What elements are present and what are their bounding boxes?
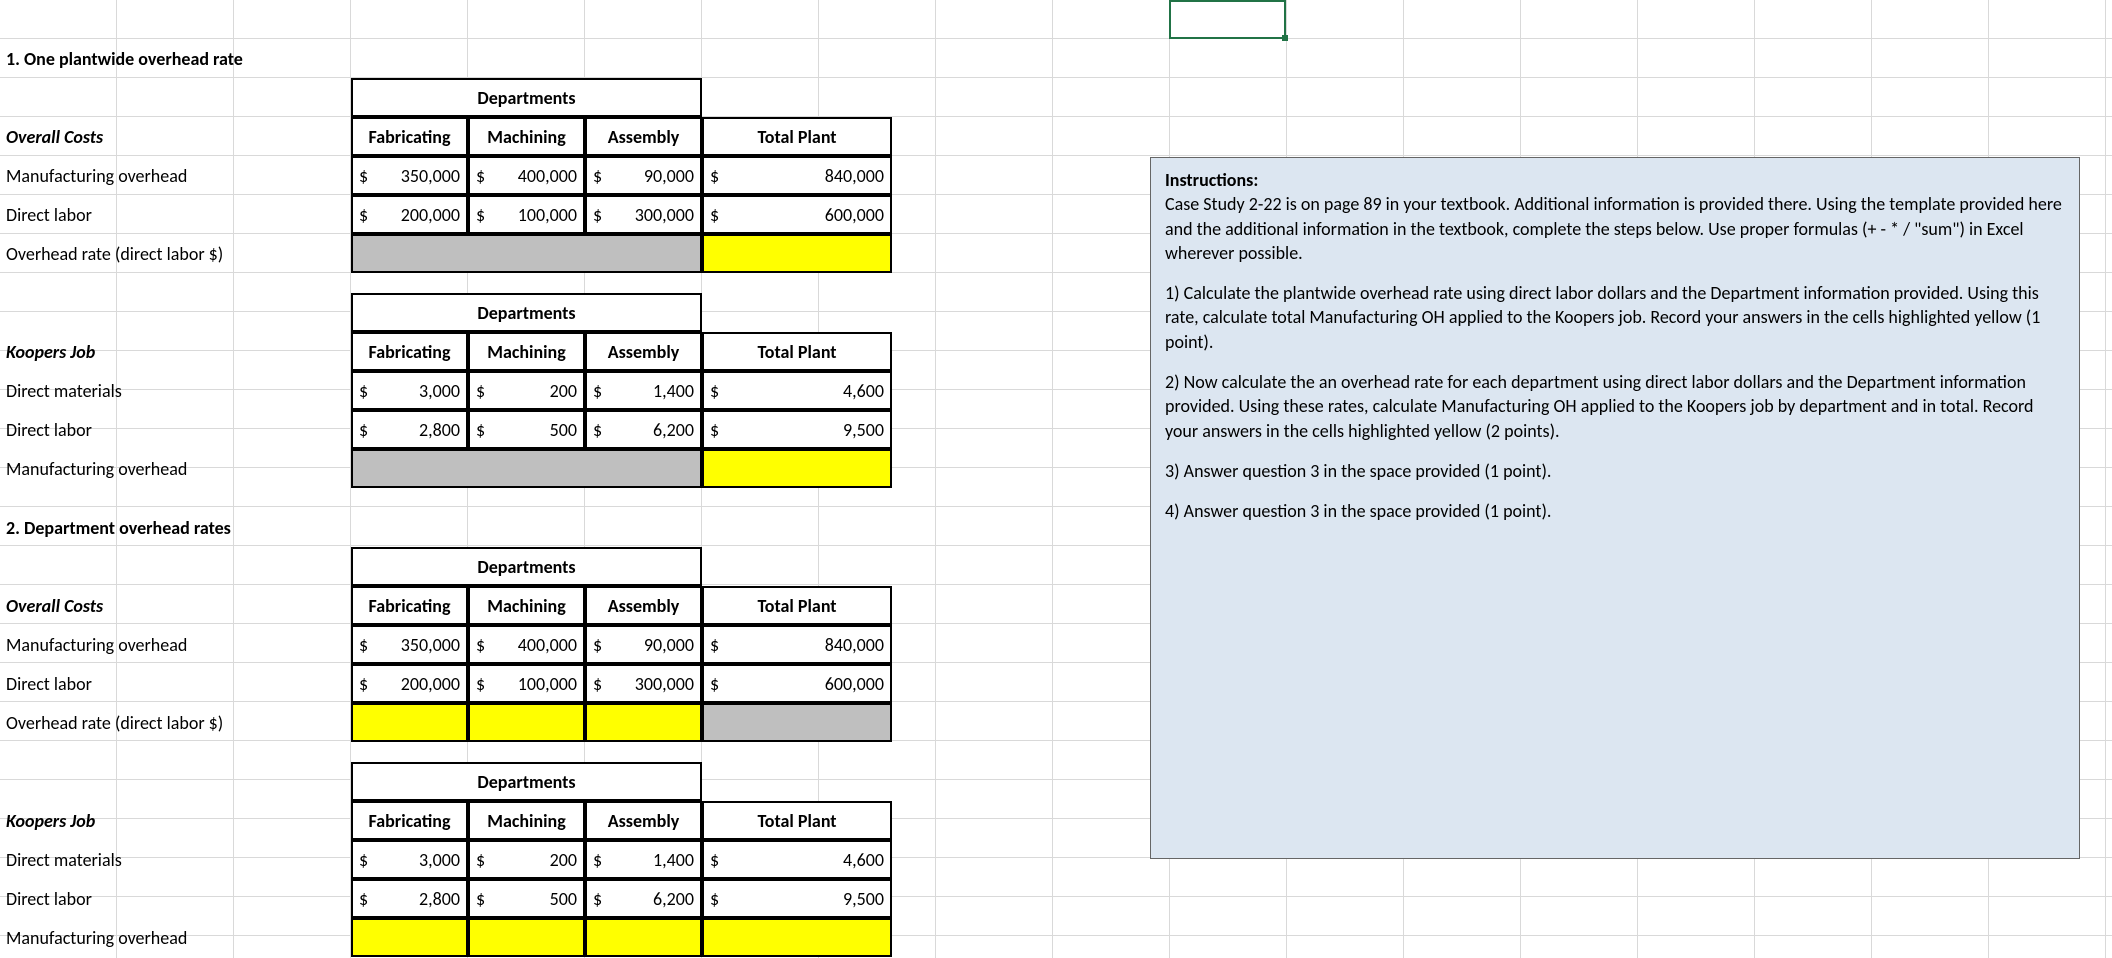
t2b-departments-header: Departments (351, 762, 702, 801)
t1a-label-dl: Direct labor (0, 195, 351, 234)
t2a-ohrate-mach[interactable] (468, 703, 585, 742)
t2b-dm-mach[interactable]: 200 (468, 840, 585, 879)
t2a-label-ohrate: Overhead rate (direct labor $) (0, 703, 351, 742)
t2a-ohrate-fab[interactable] (351, 703, 468, 742)
t2b-dm-fab[interactable]: 3,000 (351, 840, 468, 879)
t1a-col-fab: Fabricating (351, 117, 468, 156)
t2a-col-fab: Fabricating (351, 586, 468, 625)
t1a-label-ohrate: Overhead rate (direct labor $) (0, 234, 351, 273)
t2a-dl-asm[interactable]: 300,000 (585, 664, 702, 703)
t2a-dl-total[interactable]: 600,000 (702, 664, 892, 703)
t1a-mfgoh-mach[interactable]: 400,000 (468, 156, 585, 195)
t1a-col-asm: Assembly (585, 117, 702, 156)
t2a-label-mfgoh: Manufacturing overhead (0, 625, 351, 664)
t2a-departments-header: Departments (351, 547, 702, 586)
t2a-mfgoh-fab[interactable]: 350,000 (351, 625, 468, 664)
t1b-dl-asm[interactable]: 6,200 (585, 410, 702, 449)
t1b-departments-header: Departments (351, 293, 702, 332)
active-cell[interactable] (1169, 0, 1286, 39)
t2a-ohrate-asm[interactable] (585, 703, 702, 742)
t1a-departments-header: Departments (351, 78, 702, 117)
t2b-dl-mach[interactable]: 500 (468, 879, 585, 918)
t2a-mfgoh-total[interactable]: 840,000 (702, 625, 892, 664)
t1a-dl-mach[interactable]: 100,000 (468, 195, 585, 234)
t1b-mfgoh-answer[interactable] (702, 449, 892, 488)
t1a-mfgoh-asm[interactable]: 90,000 (585, 156, 702, 195)
t1a-dl-total[interactable]: 600,000 (702, 195, 892, 234)
t1a-label-mfgoh: Manufacturing overhead (0, 156, 351, 195)
t2b-row-title: Koopers Job (0, 801, 351, 840)
t1b-dm-fab[interactable]: 3,000 (351, 371, 468, 410)
instructions-p0: Case Study 2-22 is on page 89 in your te… (1165, 193, 2062, 264)
instructions-p2: 2) Now calculate the an overhead rate fo… (1165, 370, 2065, 443)
t1a-mfgoh-fab[interactable]: 350,000 (351, 156, 468, 195)
t1b-row-title: Koopers Job (0, 332, 351, 371)
t2a-row-title: Overall Costs (0, 586, 351, 625)
t1b-dl-fab[interactable]: 2,800 (351, 410, 468, 449)
t1b-label-dl: Direct labor (0, 410, 351, 449)
t1a-ohrate-gray (351, 234, 702, 273)
t2a-dl-fab[interactable]: 200,000 (351, 664, 468, 703)
t2b-col-mach: Machining (468, 801, 585, 840)
t2b-dl-total[interactable]: 9,500 (702, 879, 892, 918)
t2b-label-dl: Direct labor (0, 879, 351, 918)
t1b-label-dm: Direct materials (0, 371, 351, 410)
t1b-dl-total[interactable]: 9,500 (702, 410, 892, 449)
t1b-col-mach: Machining (468, 332, 585, 371)
t2b-dm-asm[interactable]: 1,400 (585, 840, 702, 879)
t2b-col-asm: Assembly (585, 801, 702, 840)
t1b-label-mfgoh: Manufacturing overhead (0, 449, 351, 488)
t2a-dl-mach[interactable]: 100,000 (468, 664, 585, 703)
spreadsheet-sheet[interactable]: 1. One plantwide overhead rate Departmen… (0, 0, 2112, 958)
t1a-mfgoh-total[interactable]: 840,000 (702, 156, 892, 195)
t2a-mfgoh-asm[interactable]: 90,000 (585, 625, 702, 664)
t2a-ohrate-total-gray (702, 703, 892, 742)
t1b-dl-mach[interactable]: 500 (468, 410, 585, 449)
t1a-ohrate-answer[interactable] (702, 234, 892, 273)
t1b-col-fab: Fabricating (351, 332, 468, 371)
t2b-mfgoh-total[interactable] (702, 918, 892, 957)
t2a-label-dl: Direct labor (0, 664, 351, 703)
t1b-dm-mach[interactable]: 200 (468, 371, 585, 410)
t1b-mfgoh-gray (351, 449, 702, 488)
t2b-dl-asm[interactable]: 6,200 (585, 879, 702, 918)
t1a-row-title: Overall Costs (0, 117, 351, 156)
instructions-box: Instructions: Case Study 2-22 is on page… (1150, 157, 2080, 859)
t1b-dm-total[interactable]: 4,600 (702, 371, 892, 410)
instructions-p4: 4) Answer question 3 in the space provid… (1165, 499, 2065, 523)
instructions-p3: 3) Answer question 3 in the space provid… (1165, 459, 2065, 483)
instructions-p1: 1) Calculate the plantwide overhead rate… (1165, 281, 2065, 354)
t2a-col-mach: Machining (468, 586, 585, 625)
t2b-label-mfgoh: Manufacturing overhead (0, 918, 351, 957)
t2b-dm-total[interactable]: 4,600 (702, 840, 892, 879)
t2a-col-total: Total Plant (702, 586, 892, 625)
t2a-col-asm: Assembly (585, 586, 702, 625)
t2b-mfgoh-mach[interactable] (468, 918, 585, 957)
section-title-2: 2. Department overhead rates (0, 508, 350, 547)
instructions-title: Instructions: (1165, 169, 1258, 191)
t1b-dm-asm[interactable]: 1,400 (585, 371, 702, 410)
t2b-dl-fab[interactable]: 2,800 (351, 879, 468, 918)
t2a-mfgoh-mach[interactable]: 400,000 (468, 625, 585, 664)
t1a-col-total: Total Plant (702, 117, 892, 156)
t1b-col-total: Total Plant (702, 332, 892, 371)
t1b-col-asm: Assembly (585, 332, 702, 371)
t1a-dl-asm[interactable]: 300,000 (585, 195, 702, 234)
t2b-mfgoh-fab[interactable] (351, 918, 468, 957)
section-title-1: 1. One plantwide overhead rate (0, 39, 350, 78)
t2b-col-total: Total Plant (702, 801, 892, 840)
t2b-mfgoh-asm[interactable] (585, 918, 702, 957)
t1a-col-mach: Machining (468, 117, 585, 156)
t1a-dl-fab[interactable]: 200,000 (351, 195, 468, 234)
t2b-label-dm: Direct materials (0, 840, 351, 879)
t2b-col-fab: Fabricating (351, 801, 468, 840)
